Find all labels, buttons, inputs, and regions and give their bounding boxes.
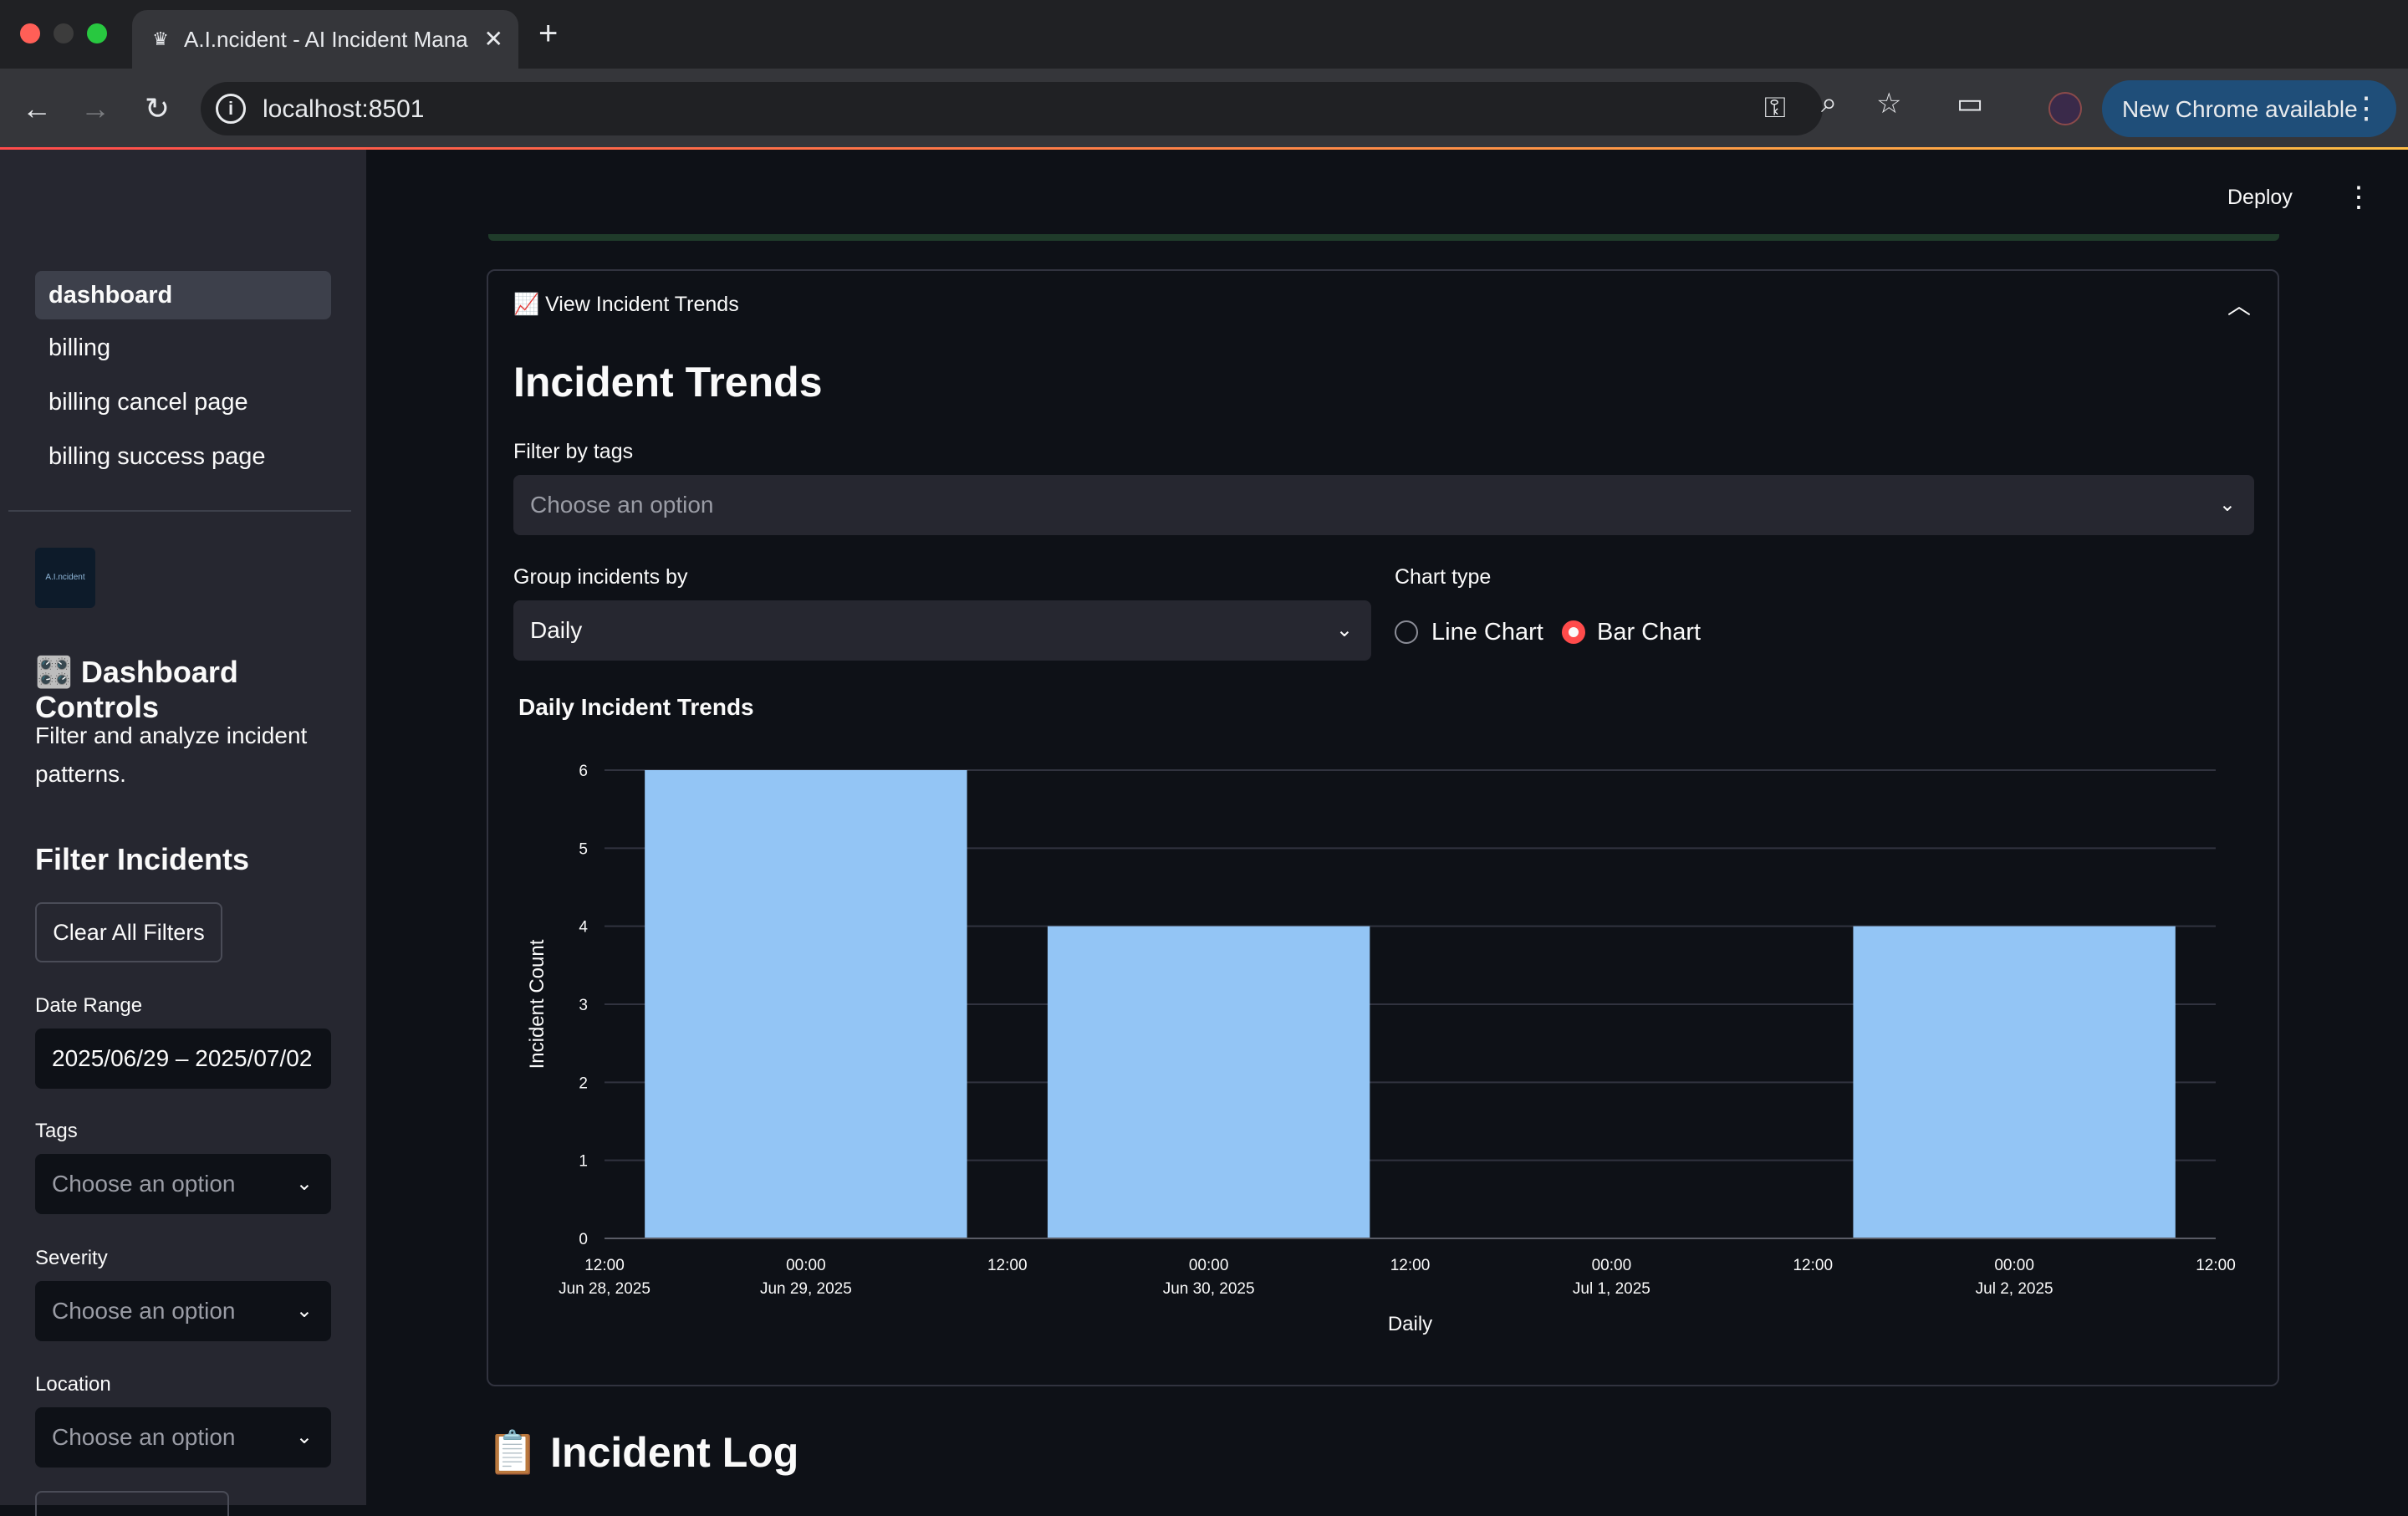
avatar[interactable] [2048, 92, 2082, 125]
success-banner-edge [488, 234, 2279, 241]
sidebar-item-billing[interactable]: billing [35, 324, 331, 372]
date-range-label: Date Range [35, 994, 143, 1017]
y-tick-label: 1 [579, 1153, 588, 1171]
tags-label: Tags [35, 1120, 78, 1142]
bar-chart-label[interactable]: Bar Chart [1597, 619, 1701, 646]
x-tick-time: 00:00 [1592, 1257, 1632, 1274]
x-tick-time: 12:00 [1390, 1257, 1431, 1274]
tags-select[interactable]: Choose an option ⌄ [35, 1154, 331, 1214]
y-tick-label: 5 [579, 840, 588, 858]
maximize-window-button[interactable] [87, 23, 107, 43]
reload-icon[interactable]: ↻ [135, 87, 179, 130]
address-bar[interactable]: i localhost:8501 ⚿ [201, 82, 1823, 135]
bar-2025-06-30 [1047, 926, 1370, 1238]
chevron-down-icon: ⌄ [295, 1426, 313, 1448]
x-tick-time: 00:00 [1189, 1257, 1229, 1274]
line-chart-label[interactable]: Line Chart [1431, 619, 1543, 646]
sidebar-item-billing-cancel[interactable]: billing cancel page [35, 378, 331, 426]
x-tick-date: Jul 1, 2025 [1573, 1280, 1650, 1298]
key-icon[interactable]: ⚿ [1764, 92, 1786, 125]
info-icon[interactable]: i [216, 94, 246, 124]
x-tick-date: Jul 2, 2025 [1976, 1280, 2053, 1298]
x-tick-time: 00:00 [1994, 1257, 2034, 1274]
browser-tab-bar: ♛ A.I.ncident - AI Incident Mana ✕ + [0, 0, 2408, 69]
bar-chart-radio[interactable] [1562, 620, 1585, 644]
group-by-select[interactable]: Daily ⌄ [513, 600, 1371, 661]
chevron-down-icon: ⌄ [295, 1172, 313, 1195]
minimize-window-button[interactable] [54, 23, 74, 43]
chevron-down-icon: ⌄ [1335, 619, 1353, 641]
browser-tab[interactable]: ♛ A.I.ncident - AI Incident Mana ✕ [132, 10, 518, 69]
filter-tags-select[interactable]: Choose an option ⌄ [513, 475, 2254, 535]
incident-log-heading: 📋 Incident Log [487, 1429, 799, 1476]
x-tick-date: Jun 30, 2025 [1163, 1280, 1255, 1298]
sidebar-item-dashboard[interactable]: dashboard [35, 271, 331, 319]
y-tick-label: 0 [579, 1231, 588, 1248]
bar-2025-06-29 [645, 770, 967, 1238]
y-tick-label: 2 [579, 1074, 588, 1092]
close-window-button[interactable] [20, 23, 40, 43]
x-tick-time: 00:00 [786, 1257, 826, 1274]
main-menu-icon[interactable]: ⋮ [2344, 181, 2373, 214]
zoom-icon[interactable]: ⌕ [1821, 87, 1837, 120]
group-by-value: Daily [530, 617, 583, 643]
severity-label: Severity [35, 1247, 108, 1269]
chevron-up-icon[interactable]: ︿ [2227, 288, 2251, 321]
line-chart-radio[interactable] [1395, 620, 1418, 644]
bar-2025-07-02 [1853, 926, 2176, 1238]
chevron-down-icon: ⌄ [295, 1299, 313, 1322]
tab-title: A.I.ncident - AI Incident Mana [184, 27, 468, 52]
new-tab-button[interactable]: + [538, 15, 558, 53]
x-axis-title: Daily [1388, 1313, 1432, 1335]
date-range-input[interactable]: 2025/06/29 – 2025/07/02 [35, 1029, 331, 1089]
update-label: New Chrome available [2122, 96, 2358, 122]
chevron-down-icon: ⌄ [2218, 493, 2236, 516]
x-tick-time: 12:00 [584, 1257, 625, 1274]
severity-placeholder: Choose an option [52, 1298, 236, 1324]
url-text[interactable]: localhost:8501 [263, 95, 424, 124]
location-placeholder: Choose an option [52, 1424, 236, 1450]
daily-incident-bar-chart: 0 1 2 3 4 5 6 12:00 Jun 28, 2025 00:00 Jun 29, 202… [526, 763, 2236, 1335]
x-tick-date: Jun 29, 2025 [760, 1280, 852, 1298]
close-tab-icon[interactable]: ✕ [484, 25, 503, 53]
chart-type-label: Chart type [1395, 565, 1492, 589]
update-chrome-button[interactable]: New Chrome available ⋮ [2102, 80, 2396, 137]
more-vertical-icon[interactable]: ⋮ [2351, 90, 2381, 125]
y-tick-label: 3 [579, 997, 588, 1014]
x-tick-time: 12:00 [987, 1257, 1028, 1274]
y-tick-label: 6 [579, 763, 588, 780]
forward-arrow-icon[interactable]: → [74, 87, 117, 130]
severity-select[interactable]: Choose an option ⌄ [35, 1281, 331, 1341]
x-tick-time: 12:00 [1793, 1257, 1833, 1274]
x-tick-date: Jun 28, 2025 [559, 1280, 650, 1298]
app-logo: A.I.ncident [35, 548, 95, 608]
sidebar: dashboard billing billing cancel page bi… [0, 150, 366, 1516]
expander-title[interactable]: 📈 View Incident Trends [513, 293, 739, 317]
clear-filters-button[interactable]: Clear All Filters [35, 902, 222, 962]
deploy-button[interactable]: Deploy [2227, 186, 2293, 210]
filter-tags-placeholder: Choose an option [530, 492, 714, 518]
cast-icon[interactable]: ▭ [1956, 87, 1983, 120]
y-axis-title: Incident Count [526, 939, 548, 1069]
back-arrow-icon[interactable]: ← [15, 87, 59, 130]
dashboard-controls-heading: 🎛️ Dashboard Controls [35, 655, 238, 724]
dashboard-controls-description: Filter and analyze incident patterns. [35, 722, 308, 787]
filter-tags-label: Filter by tags [513, 440, 634, 463]
sidebar-item-billing-success[interactable]: billing success page [35, 432, 331, 481]
x-tick-time: 12:00 [2196, 1257, 2236, 1274]
browser-toolbar: ← → ↻ i localhost:8501 ⚿ ⌕ ☆ ▭ New Chrom… [0, 69, 2408, 149]
location-label: Location [35, 1373, 111, 1396]
incident-trends-heading: Incident Trends [513, 359, 823, 406]
chart-title: Daily Incident Trends [518, 694, 754, 720]
group-by-label: Group incidents by [513, 565, 688, 589]
star-icon[interactable]: ☆ [1876, 87, 1901, 120]
filter-incidents-heading: Filter Incidents [35, 842, 250, 876]
sidebar-partial-button[interactable] [35, 1491, 229, 1516]
tags-placeholder: Choose an option [52, 1171, 236, 1197]
y-tick-label: 4 [579, 919, 588, 937]
crown-icon: ♛ [152, 28, 169, 49]
sidebar-divider [8, 510, 351, 512]
location-select[interactable]: Choose an option ⌄ [35, 1407, 331, 1468]
